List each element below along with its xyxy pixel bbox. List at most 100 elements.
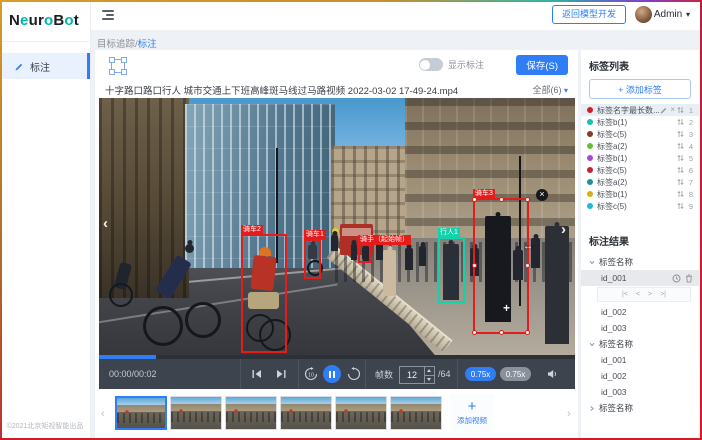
sort-icon[interactable]: [677, 106, 684, 114]
step-up-icon[interactable]: [425, 367, 434, 376]
sort-icon[interactable]: [677, 142, 684, 150]
resize-handle[interactable]: [525, 330, 530, 335]
frame-number-value[interactable]: 12: [400, 367, 424, 383]
thumbs-scroll-right-chevron[interactable]: ›: [567, 408, 571, 420]
sort-icon[interactable]: [677, 190, 684, 198]
result-item[interactable]: id_001: [581, 270, 699, 286]
result-item[interactable]: id_003: [581, 320, 699, 336]
label-row[interactable]: 标签b(1) 8: [581, 188, 699, 200]
resize-handle[interactable]: [499, 197, 504, 202]
resize-handle[interactable]: [525, 263, 530, 268]
label-row[interactable]: 标签a(2) 4: [581, 140, 699, 152]
back-to-model-dev-button[interactable]: 返回模型开发: [552, 5, 626, 24]
add-video-button[interactable]: + 添加视频: [450, 394, 494, 432]
rect-select-tool[interactable]: [111, 59, 125, 73]
bbox-rider2[interactable]: 骑车2: [241, 234, 287, 353]
next-frame-chevron[interactable]: ›: [561, 222, 566, 237]
volume-icon[interactable]: [547, 359, 558, 389]
bbox-pedestrian1[interactable]: 行人1: [438, 237, 465, 303]
sort-icon[interactable]: [677, 118, 684, 126]
bbox-rider3-selected[interactable]: 骑车3: [473, 198, 529, 334]
result-group[interactable]: 标签名称: [581, 254, 699, 270]
show-annotation-toggle[interactable]: [419, 58, 443, 71]
prev-frame-button[interactable]: [251, 359, 263, 389]
sort-icon[interactable]: [677, 202, 684, 210]
result-item[interactable]: id_002: [581, 368, 699, 384]
pager-first-icon[interactable]: |<: [622, 291, 628, 298]
sidebar: NeuroBot 标注 ©2021北京矩视智能出品: [0, 0, 91, 440]
label-row[interactable]: 标签b(1) 5: [581, 152, 699, 164]
label-row[interactable]: 标签a(2) 7: [581, 176, 699, 188]
result-item[interactable]: id_003: [581, 384, 699, 400]
next-frame-button[interactable]: [275, 359, 287, 389]
frame-number-stepper[interactable]: 12: [399, 366, 435, 384]
pager-last-icon[interactable]: >|: [660, 291, 666, 298]
chevron-down-icon: [589, 260, 595, 265]
logo-letter: e: [20, 12, 29, 29]
rewind-10-button[interactable]: 10: [304, 359, 318, 389]
bbox-rider-startframe[interactable]: 骑手（起始帧）: [358, 244, 371, 263]
filter-dropdown[interactable]: 全部(6) ▾: [532, 83, 568, 96]
delete-box-icon[interactable]: ×: [536, 189, 548, 201]
resize-handle[interactable]: [525, 197, 530, 202]
result-item[interactable]: id_002: [581, 304, 699, 320]
video-thumbnail-6[interactable]: [390, 396, 442, 430]
label-name: 标签c(5): [597, 129, 677, 140]
sort-icon[interactable]: [677, 154, 684, 162]
result-group[interactable]: 标签名称: [581, 336, 699, 352]
bbox-rider1[interactable]: 骑车1: [304, 239, 321, 279]
sort-icon[interactable]: [677, 130, 684, 138]
pedestrian-figure: [351, 244, 357, 260]
result-group[interactable]: 标签名称: [581, 400, 699, 416]
save-button[interactable]: 保存(S): [516, 55, 568, 75]
resize-handle[interactable]: [472, 263, 477, 268]
pager-prev-icon[interactable]: <: [636, 291, 640, 298]
sort-icon[interactable]: [677, 166, 684, 174]
label-row[interactable]: 标签c(5) 3: [581, 128, 699, 140]
annotation-workspace: 显示标注 保存(S) 十字路口路口行人 城市交通上下班高峰斑马线过马路视频 20…: [95, 50, 578, 438]
pedestrian-figure: [405, 248, 413, 270]
label-row[interactable]: 标签名字最长数... × 1: [581, 104, 699, 116]
forward-10-button[interactable]: [347, 359, 361, 389]
pedestrian-figure: [419, 246, 426, 266]
sort-icon[interactable]: [677, 178, 684, 186]
video-thumbnail-3[interactable]: [225, 396, 277, 430]
pause-button[interactable]: [323, 365, 341, 383]
logo-letter: t: [74, 12, 79, 29]
label-color-dot: [587, 191, 593, 197]
resize-handle[interactable]: [472, 197, 477, 202]
delete-label-icon[interactable]: ×: [670, 106, 675, 114]
speed-pill-active[interactable]: 0.75x: [465, 367, 496, 381]
user-menu[interactable]: Admin ▾: [654, 9, 690, 20]
pager-next-icon[interactable]: >: [648, 291, 652, 298]
video-thumbnail-1[interactable]: [115, 396, 167, 430]
sidebar-item-annotate[interactable]: 标注: [0, 53, 90, 79]
video-thumbnail-2[interactable]: [170, 396, 222, 430]
avatar[interactable]: [635, 6, 652, 23]
label-row[interactable]: 标签c(5) 9: [581, 200, 699, 212]
trash-icon[interactable]: [685, 274, 693, 283]
result-item[interactable]: id_001: [581, 352, 699, 368]
add-label-button[interactable]: + 添加标签: [589, 79, 691, 99]
step-down-icon[interactable]: [425, 376, 434, 384]
clock-icon[interactable]: [672, 274, 681, 283]
label-name: 标签b(1): [597, 153, 677, 164]
label-row[interactable]: 标签c(5) 6: [581, 164, 699, 176]
menu-fold-icon[interactable]: [102, 10, 114, 20]
logo-letter: B: [53, 12, 64, 29]
thumbs-scroll-left-chevron[interactable]: ‹: [101, 408, 105, 420]
video-thumbnail-4[interactable]: [280, 396, 332, 430]
resize-handle[interactable]: [472, 330, 477, 335]
speed-pill-inactive[interactable]: 0.75x: [500, 367, 531, 381]
prev-frame-chevron[interactable]: ‹: [103, 216, 108, 231]
resize-handle[interactable]: [499, 330, 504, 335]
show-annotation-toggle-group: 显示标注: [419, 58, 484, 71]
edit-pencil-icon[interactable]: [660, 106, 668, 114]
breadcrumb-parent[interactable]: 目标追踪: [97, 39, 135, 50]
cyclist-wheel: [185, 302, 221, 338]
video-canvas[interactable]: ‹ › 骑车2 骑车1 骑手（起始帧） 行人1 骑车3: [99, 98, 575, 355]
video-thumbnail-5[interactable]: [335, 396, 387, 430]
result-id: id_003: [601, 387, 627, 397]
label-row[interactable]: 标签b(1) 2: [581, 116, 699, 128]
bbox-label: 骑车2: [241, 225, 263, 235]
